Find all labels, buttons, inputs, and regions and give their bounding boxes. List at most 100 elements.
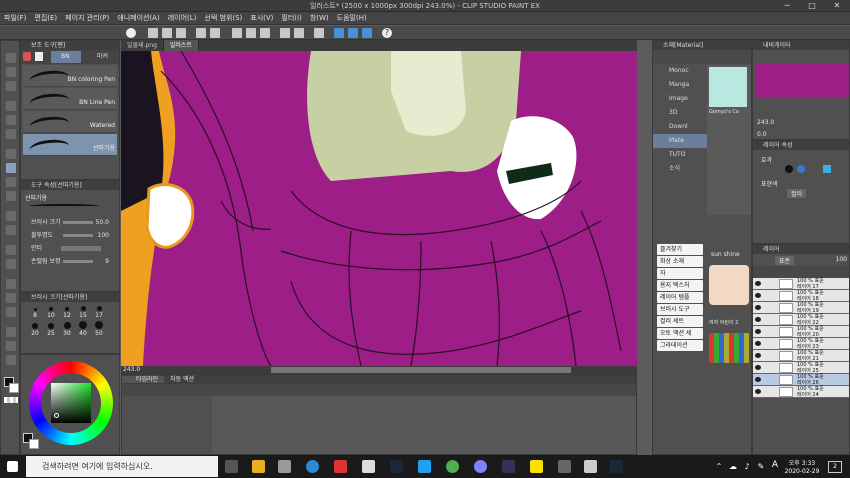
material-tree-item[interactable]: Monoc [653,64,707,78]
sub-tool-tab-marker[interactable]: 마커 [85,51,119,63]
layer-row[interactable]: 100 % 표준 레이어 19 [753,302,849,314]
zoom-readout[interactable]: 243.0 [123,366,140,374]
visibility-eye-icon[interactable] [755,281,761,286]
menu-selection[interactable]: 선택 범위(S) [200,12,246,25]
effect-tone-icon[interactable] [797,165,805,173]
selection-tool-icon[interactable] [6,101,16,111]
material-tree-item[interactable]: 소식 [653,162,707,176]
help-icon[interactable]: ? [382,28,392,38]
pen-icon[interactable]: ✎ [756,462,766,471]
visibility-eye-icon[interactable] [755,377,761,382]
frame-tool-icon[interactable] [6,293,16,303]
canvas-tab[interactable]: 일물새.png [121,40,164,51]
zoom-tool-icon[interactable] [6,53,16,63]
ruler-tool-icon[interactable] [6,307,16,317]
horizontal-scrollbar[interactable] [271,367,571,373]
network-icon[interactable]: ☁ [728,462,738,471]
quick-material-button[interactable]: 오토 액션 세 [657,328,703,339]
sub-tool-item[interactable]: BN Line Pen [23,88,117,110]
opacity-value[interactable]: 100 [98,229,109,242]
ruler-snap-icon[interactable] [334,28,344,38]
auto-action-tab[interactable]: 자동 액션 [164,376,200,383]
sub-tool-item[interactable]: Watered [23,111,117,133]
material-thumbnail[interactable] [709,265,749,305]
pen-tab-icon[interactable] [23,52,31,61]
layer-row[interactable]: 100 % 표준 레이어 21 [753,350,849,362]
figure-tool-icon[interactable] [6,279,16,289]
menu-animation[interactable]: 애니메이션(A) [113,12,163,25]
undo-icon[interactable] [196,28,206,38]
layer-row[interactable]: 100 % 표준 레이어 18 [753,290,849,302]
pencil-tab-icon[interactable] [35,52,43,61]
visibility-eye-icon[interactable] [755,353,761,358]
visibility-eye-icon[interactable] [755,389,761,394]
steam-icon[interactable] [610,460,623,473]
app-icon[interactable] [334,460,347,473]
sub-tool-item-selected[interactable]: 선따기용 [23,134,117,156]
special-ruler-snap-icon[interactable] [348,28,358,38]
brush-size-option[interactable]: 40 [75,319,91,337]
text-tool-icon[interactable] [6,327,16,337]
layer-row[interactable]: 100 % 표준 레이어 22 [753,314,849,326]
visibility-eye-icon[interactable] [755,329,761,334]
menu-page[interactable]: 페이지 관리(P) [61,12,113,25]
visibility-eye-icon[interactable] [755,293,761,298]
fill-icon[interactable] [260,28,270,38]
app-icon[interactable] [474,460,487,473]
blend-mode-selector[interactable]: 표준 [775,256,795,265]
timeline-track-area[interactable] [212,396,636,454]
layer-row-selected[interactable]: 100 % 표준 레이어 26 [753,374,849,386]
menu-layer[interactable]: 레이어(L) [164,12,201,25]
brush-size-value[interactable]: 50.0 [96,216,109,229]
quick-material-button[interactable]: 브러시 도구 [657,304,703,315]
chrome-icon[interactable] [446,460,459,473]
eyedropper-tool-icon[interactable] [6,129,16,139]
twitter-icon[interactable] [418,460,431,473]
lasso-tool-icon[interactable] [6,115,16,125]
eraser-tool-icon[interactable] [6,211,16,221]
brush-size-option[interactable]: 25 [43,321,59,337]
quick-material-button[interactable]: 그라데이션 [657,340,703,351]
brush-size-option[interactable]: 10 [43,305,59,319]
kakaotalk-icon[interactable] [530,460,543,473]
edge-icon[interactable] [306,460,319,473]
menu-window[interactable]: 창(W) [306,12,333,25]
new-file-icon[interactable] [148,28,158,38]
ime-indicator[interactable]: A [770,460,780,470]
steam-icon[interactable] [390,460,403,473]
menu-file[interactable]: 파일(F) [0,12,30,25]
opacity-row[interactable]: 불투명도 100 [21,229,119,242]
menu-edit[interactable]: 편집(E) [30,12,61,25]
app-icon[interactable] [502,460,515,473]
clip-studio-paint-icon[interactable] [584,460,597,473]
invert-selection-icon[interactable] [294,28,304,38]
canvas-tab-active[interactable]: 일러스트 [163,40,199,51]
clear-icon[interactable] [232,28,242,38]
chevron-up-icon[interactable]: ⌃ [714,462,724,471]
windows-start-icon[interactable] [7,461,18,472]
material-search[interactable] [653,50,751,64]
material-tree-item[interactable]: Manga [653,78,707,92]
brush-size-option[interactable]: 17 [91,304,107,319]
effect-color-icon[interactable] [823,165,831,173]
layer-row[interactable]: 100 % 표준 레이어 25 [753,362,849,374]
material-tree-item[interactable]: TUTO [653,148,707,162]
deselect-icon[interactable] [280,28,290,38]
navigator-zoom[interactable]: 243.0 [757,119,774,126]
visibility-eye-icon[interactable] [755,365,761,370]
layer-row[interactable]: 100 % 표준 레이어 23 [753,338,849,350]
show-selection-icon[interactable] [314,28,324,38]
quick-material-button[interactable]: 즐겨찾기 [657,244,703,255]
move-tool-icon[interactable] [6,81,16,91]
stabilization-row[interactable]: 손떨림 보정 9 [21,255,119,268]
taskbar-date[interactable]: 2020-02-29 [782,468,822,475]
clip-studio-icon[interactable] [126,28,136,38]
brush-size-slider[interactable] [63,221,93,224]
quick-material-button[interactable]: 레이어 템플 [657,292,703,303]
brush-size-row[interactable]: 브러시 크기 50.0 [21,216,119,229]
save-icon[interactable] [176,28,186,38]
antialias-row[interactable]: 안티 [21,242,119,255]
navigator-preview[interactable] [755,63,849,97]
transparent-color-swatch[interactable] [4,397,18,403]
visibility-eye-icon[interactable] [755,317,761,322]
